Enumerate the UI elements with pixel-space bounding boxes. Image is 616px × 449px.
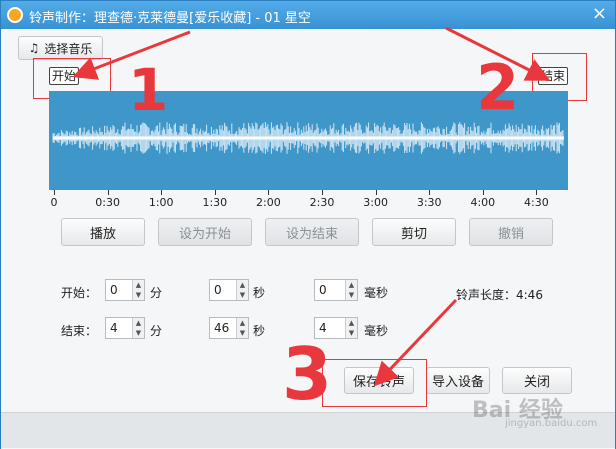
timeline-tick (375, 190, 377, 195)
select-music-label: 选择音乐 (44, 41, 93, 56)
timeline-label: 0:30 (95, 196, 120, 209)
arrow-up-icon[interactable]: ▲ (346, 280, 357, 290)
start-ms-arrows[interactable]: ▲ ▼ (345, 280, 357, 300)
timeline-ruler: 0 0:30 1:00 1:30 2:00 2:30 3:00 3:30 4:00 4:30 (49, 190, 568, 209)
timeline-tick (482, 190, 484, 195)
end-minutes-arrows[interactable]: ▲ ▼ (132, 318, 144, 338)
import-device-button[interactable]: 导入设备 (426, 367, 490, 394)
timeline-label: 1:00 (148, 196, 174, 209)
end-minutes-unit: 分 (150, 324, 163, 338)
end-minutes-value: 4 (110, 321, 118, 335)
end-seconds-stepper[interactable]: 46 ▲ ▼ (209, 317, 249, 339)
arrow-down-icon[interactable]: ▼ (133, 328, 144, 338)
timeline-tick (54, 190, 55, 195)
highlight-box-save (322, 359, 427, 407)
timeline-label: 2:30 (309, 196, 335, 209)
end-seconds-unit: 秒 (253, 324, 266, 338)
timeline-label: 0 (50, 196, 58, 209)
timeline-label: 2:00 (256, 196, 281, 209)
arrow-up-icon[interactable]: ▲ (237, 318, 248, 328)
arrow-down-icon[interactable]: ▼ (346, 328, 357, 338)
start-row-label: 开始： (61, 286, 98, 300)
ringtone-app-icon (7, 7, 23, 23)
set-end-button[interactable]: 设为结束 (265, 218, 359, 246)
arrow-up-icon[interactable]: ▲ (133, 318, 144, 328)
start-ms-stepper[interactable]: 0 ▲ ▼ (314, 279, 358, 301)
arrow-up-icon[interactable]: ▲ (346, 318, 357, 328)
play-button[interactable]: 播放 (61, 218, 145, 246)
end-minutes-stepper[interactable]: 4 ▲ ▼ (105, 317, 145, 339)
set-start-button[interactable]: 设为开始 (158, 218, 252, 246)
timeline-label: 4:00 (470, 196, 496, 209)
annotation-number-1: 1 (128, 56, 169, 124)
timeline-tick (214, 190, 216, 195)
annotation-number-2: 2 (476, 51, 520, 124)
annotation-number-3: 3 (282, 332, 333, 416)
start-minutes-arrows[interactable]: ▲ ▼ (132, 280, 144, 300)
start-minutes-stepper[interactable]: 0 ▲ ▼ (105, 279, 145, 301)
timeline-tick (322, 190, 323, 195)
title-bar: 铃声制作：理查德·克莱德曼[爱乐收藏] - 01 星空 × (1, 1, 615, 29)
start-seconds-stepper[interactable]: 0 ▲ ▼ (209, 279, 249, 301)
start-seconds-unit: 秒 (253, 286, 266, 300)
start-minutes-value: 0 (110, 283, 118, 297)
arrow-down-icon[interactable]: ▼ (346, 290, 357, 300)
close-button[interactable]: 关闭 (502, 367, 572, 394)
arrow-down-icon[interactable]: ▼ (237, 290, 248, 300)
start-ms-value: 0 (319, 283, 327, 297)
start-ms-unit: 毫秒 (364, 286, 389, 300)
timeline-label: 4:30 (524, 196, 549, 209)
end-row-label: 结束： (61, 324, 98, 338)
timeline-tick (429, 190, 431, 195)
timeline-label: 3:30 (416, 196, 442, 209)
end-seconds-value: 46 (214, 321, 230, 335)
select-music-button[interactable]: ♫ 选择音乐 (18, 36, 103, 60)
timeline-tick (536, 190, 538, 195)
timeline-tick (107, 190, 109, 195)
arrow-up-icon[interactable]: ▲ (237, 280, 248, 290)
end-ms-arrows[interactable]: ▲ ▼ (345, 318, 357, 338)
ringtone-length-label: 铃声长度：4:46 (456, 288, 543, 302)
start-minutes-unit: 分 (150, 286, 163, 300)
start-seconds-arrows[interactable]: ▲ ▼ (236, 280, 248, 300)
end-seconds-arrows[interactable]: ▲ ▼ (236, 318, 248, 338)
timeline-label: 1:30 (202, 196, 228, 209)
end-ms-unit: 毫秒 (364, 324, 389, 338)
arrow-up-icon[interactable]: ▲ (133, 280, 144, 290)
timeline-tick (268, 190, 270, 195)
start-seconds-value: 0 (214, 283, 222, 297)
undo-button[interactable]: 撤销 (469, 218, 553, 246)
watermark-url: jingyan.baidu.com (505, 418, 598, 429)
window-title: 铃声制作：理查德·克莱德曼[爱乐收藏] - 01 星空 (29, 11, 311, 26)
cut-button[interactable]: 剪切 (372, 218, 456, 246)
arrow-down-icon[interactable]: ▼ (133, 290, 144, 300)
timeline-tick (161, 190, 163, 195)
music-note-icon: ♫ (28, 41, 40, 55)
window-close-icon[interactable]: × (592, 4, 607, 24)
timeline-label: 3:00 (363, 196, 388, 209)
arrow-down-icon[interactable]: ▼ (237, 328, 248, 338)
